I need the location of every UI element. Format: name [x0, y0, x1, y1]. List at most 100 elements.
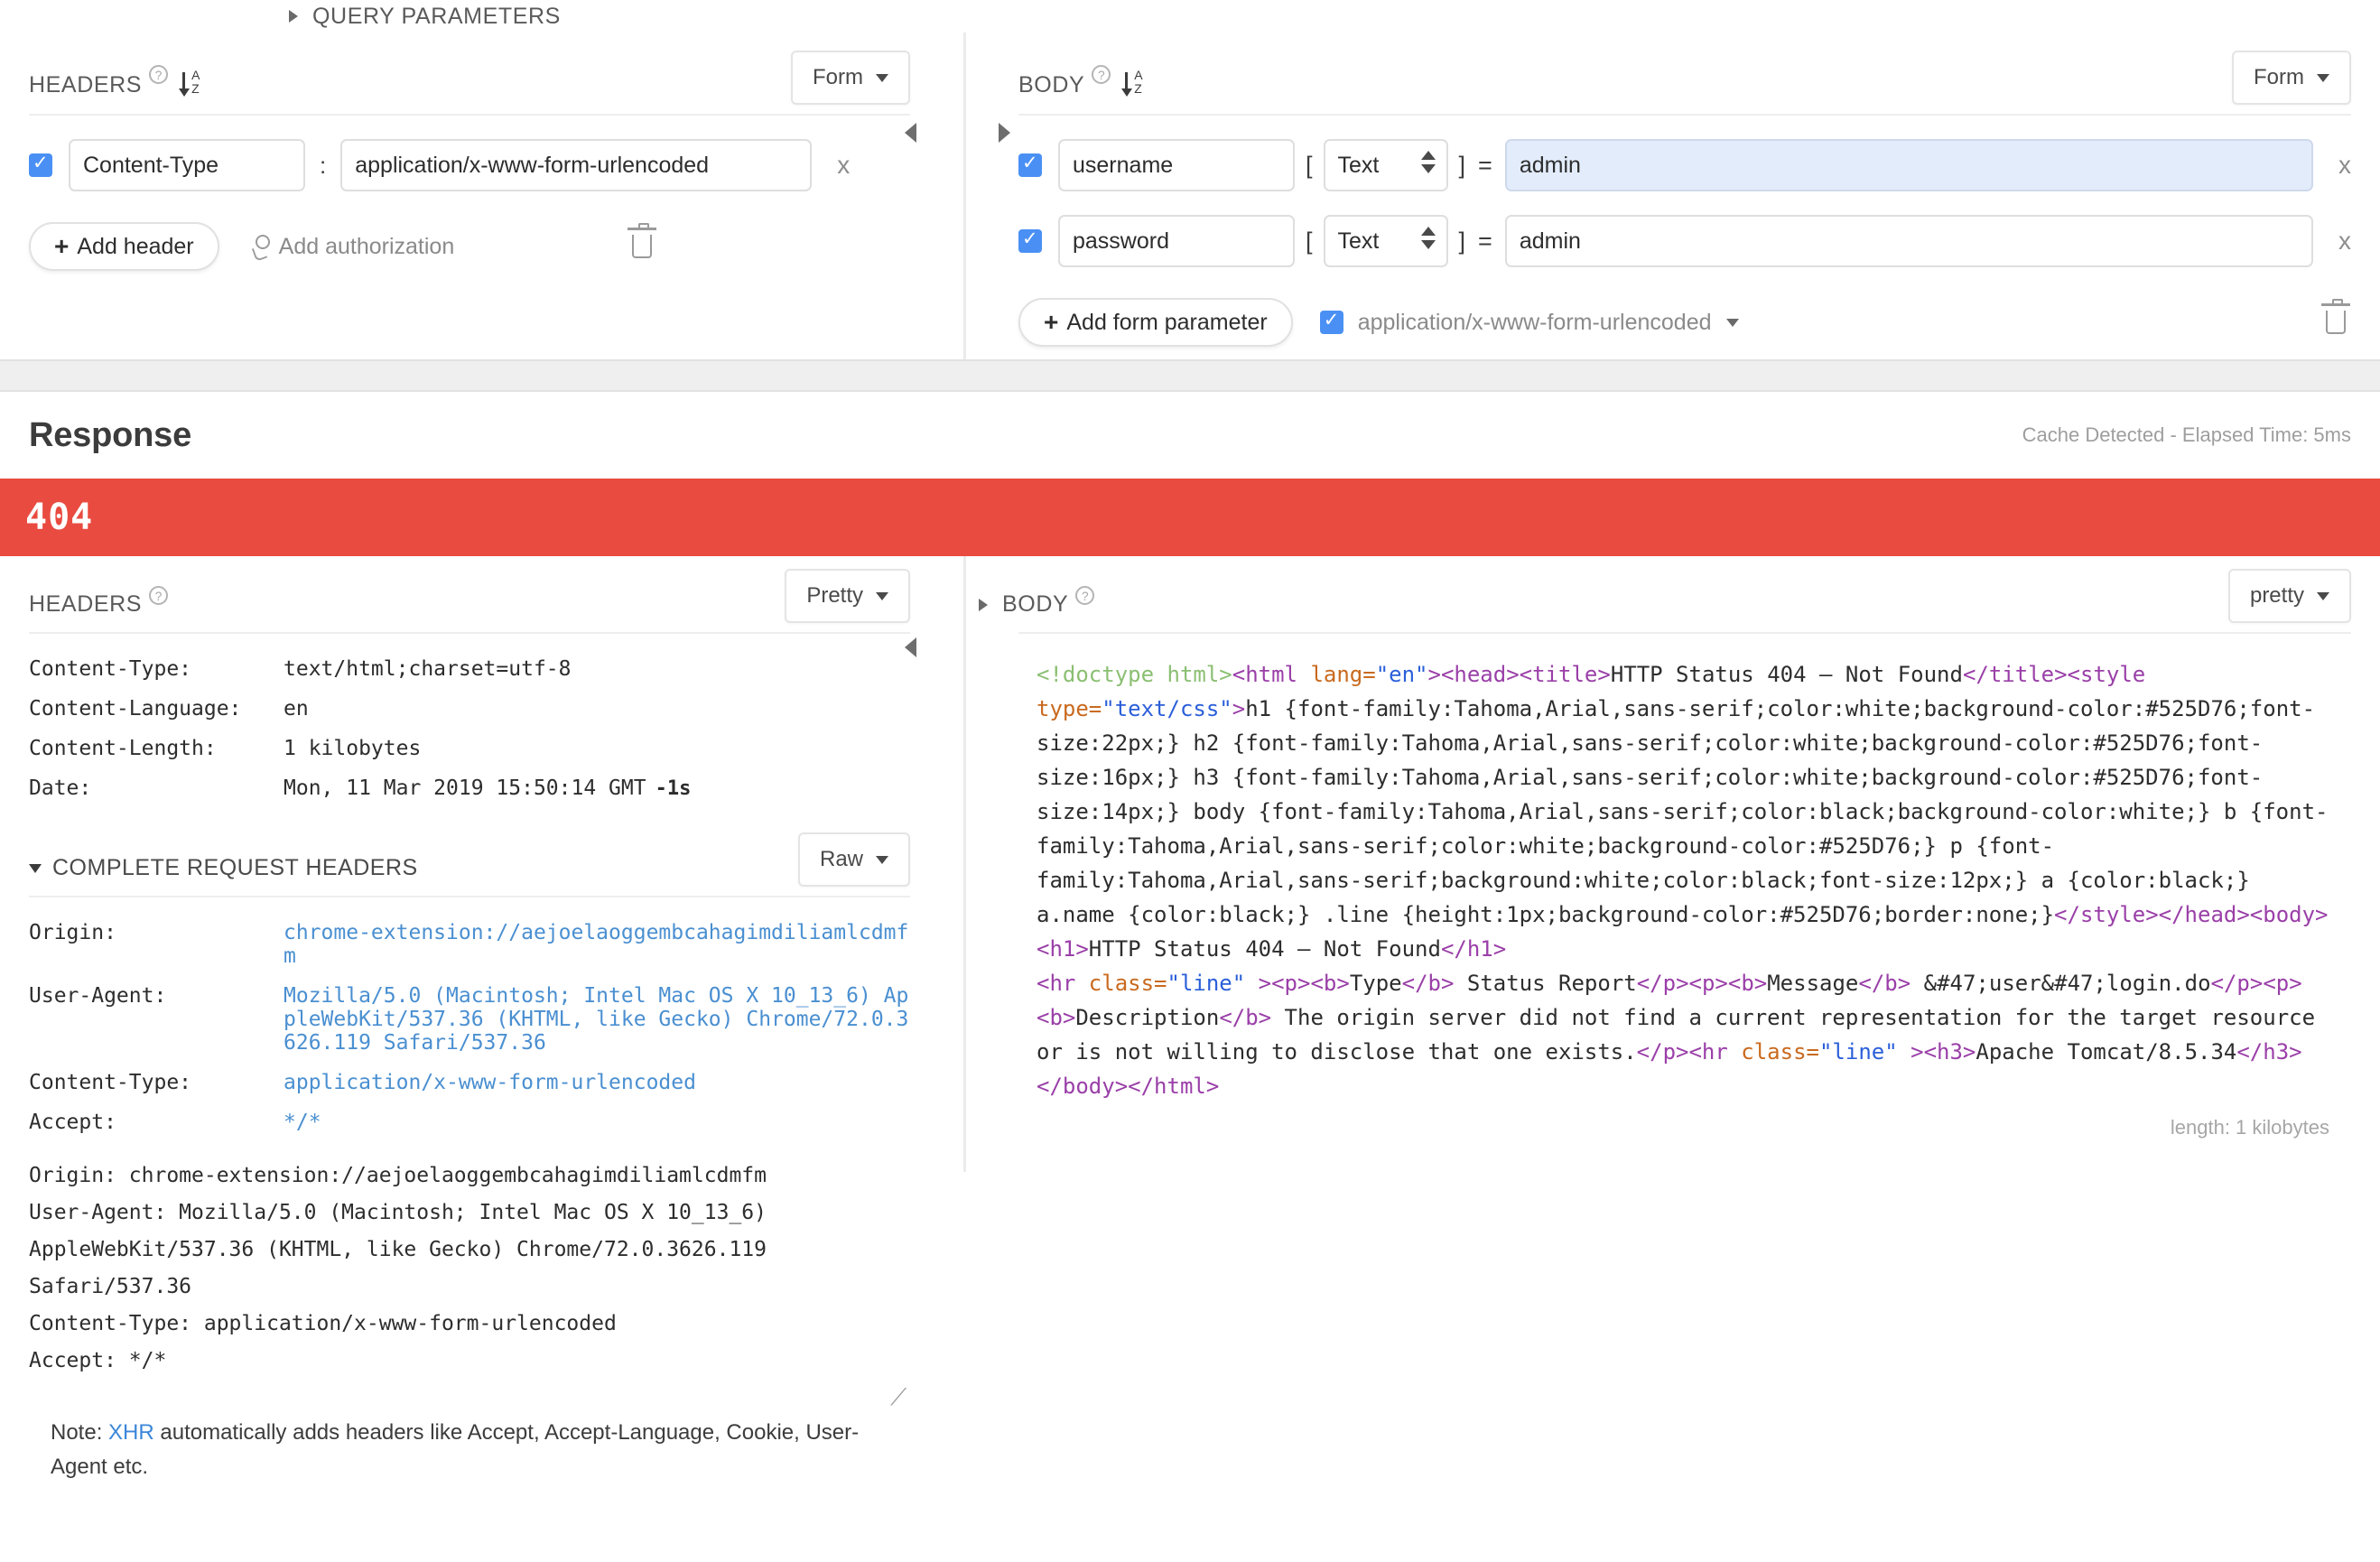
request-body-panel: BODY ? AZ Form [ Text: [990, 33, 2380, 359]
chevron-down-icon: [876, 855, 888, 864]
response-headers-header: HEADERS ? Pretty: [29, 556, 910, 634]
response-header-row: Content-Length: 1 kilobytes: [29, 737, 910, 760]
response-header-value: Mon, 11 Mar 2019 15:50:14 GMT -1s: [284, 776, 910, 800]
request-body-param-row: [ Text ] = x: [990, 215, 2380, 267]
request-body-param-enabled-checkbox[interactable]: [1018, 151, 1042, 177]
bracket-open: [: [1306, 227, 1313, 255]
response-body-length: length: 1 kilobytes: [2170, 1116, 2329, 1139]
help-icon[interactable]: ?: [149, 65, 169, 84]
response-header-row: Date: Mon, 11 Mar 2019 15:50:14 GMT -1s: [29, 776, 910, 800]
complete-request-header-row: Accept: */*: [29, 1111, 910, 1134]
request-body-param-value-input[interactable]: [1504, 139, 2313, 191]
response-header-row: Content-Language: en: [29, 697, 910, 721]
request-headers-actions: + Add header Add authorization: [0, 222, 939, 271]
complete-request-header-row: Content-Type: application/x-www-form-url…: [29, 1071, 910, 1094]
section-separator: [0, 359, 2380, 392]
add-header-label: Add header: [77, 233, 194, 259]
response-body-code[interactable]: <!doctype html><html lang="en"><head><ti…: [1037, 657, 2329, 1103]
query-parameters-label: QUERY PARAMETERS: [312, 3, 561, 29]
help-icon[interactable]: ?: [149, 586, 169, 605]
complete-request-header-row: Origin: chrome-extension://aejoelaoggemb…: [29, 921, 910, 968]
bracket-close: ]: [1458, 151, 1466, 179]
remove-header-button[interactable]: x: [837, 151, 850, 180]
response-headers-list: Content-Type: text/html;charset=utf-8 Co…: [0, 634, 939, 800]
resize-grip-icon[interactable]: ⟋: [890, 1385, 910, 1409]
response-body-panel: BODY ? pretty <!doctype html><html lang=…: [979, 556, 2380, 1484]
request-header-value-input[interactable]: [340, 139, 813, 191]
clear-body-trash-icon[interactable]: [2321, 299, 2350, 334]
response-panel-divider: [905, 556, 990, 1484]
remove-body-param-button[interactable]: x: [2338, 227, 2351, 256]
clear-headers-trash-icon[interactable]: [628, 223, 656, 258]
add-authorization-label: Add authorization: [278, 233, 455, 259]
add-header-button[interactable]: + Add header: [29, 222, 219, 271]
chevron-down-icon[interactable]: [29, 863, 42, 873]
complete-request-headers-title: COMPLETE REQUEST HEADERS: [52, 855, 418, 880]
add-authorization-button[interactable]: Add authorization: [252, 233, 455, 260]
complete-request-header-value[interactable]: Mozilla/5.0 (Macintosh; Intel Mac OS X 1…: [284, 984, 910, 1055]
collapse-left-arrow-icon[interactable]: [905, 123, 916, 143]
sort-alphabetical-icon[interactable]: AZ: [179, 69, 208, 99]
body-encoding-label: application/x-www-form-urlencoded: [1357, 309, 1712, 335]
xhr-link[interactable]: XHR: [108, 1420, 154, 1445]
help-icon[interactable]: ?: [1092, 65, 1111, 84]
response-panels: HEADERS ? Pretty Content-Type: text/html…: [0, 556, 2380, 1484]
request-body-param-value-input[interactable]: [1504, 215, 2313, 267]
response-header-name: Content-Language:: [29, 697, 242, 721]
response-title: Response: [29, 415, 192, 454]
chevron-right-icon: [289, 10, 298, 23]
chevron-down-icon[interactable]: [1725, 318, 1739, 327]
add-form-parameter-button[interactable]: + Add form parameter: [1018, 298, 1293, 347]
query-parameters-section-toggle[interactable]: QUERY PARAMETERS: [0, 0, 2380, 33]
xhr-note-suffix: automatically adds headers like Accept, …: [51, 1420, 860, 1479]
chevron-down-icon: [876, 591, 888, 600]
collapse-left-arrow-icon[interactable]: [905, 637, 916, 657]
request-header-enabled-checkbox[interactable]: [29, 151, 52, 177]
complete-request-headers-raw-text[interactable]: Origin: chrome-extension://aejoelaoggemb…: [29, 1158, 910, 1383]
response-headers-mode-label: Pretty: [806, 583, 863, 608]
request-body-param-name-input[interactable]: [1058, 139, 1295, 191]
response-date-age-badge: -1s: [655, 777, 692, 800]
request-headers-mode-button[interactable]: Form: [791, 51, 910, 105]
sort-alphabetical-icon[interactable]: AZ: [1121, 69, 1150, 99]
request-body-title: BODY: [1018, 71, 1085, 98]
chevron-right-icon[interactable]: [979, 598, 988, 611]
request-body-param-type-select[interactable]: Text: [1323, 215, 1448, 267]
request-headers-mode-label: Form: [813, 65, 863, 89]
complete-request-header-row: User-Agent: Mozilla/5.0 (Macintosh; Inte…: [29, 984, 910, 1055]
complete-request-headers-mode-button[interactable]: Raw: [797, 832, 910, 887]
complete-request-header-value[interactable]: */*: [284, 1111, 910, 1134]
complete-request-header-value[interactable]: chrome-extension://aejoelaoggembcahagimd…: [284, 921, 910, 968]
response-body-header: BODY ? pretty: [979, 556, 2351, 634]
request-headers-panel: HEADERS ? AZ Form : x: [0, 33, 939, 359]
equals-sign: =: [1478, 151, 1492, 179]
response-header-value: text/html;charset=utf-8: [284, 657, 572, 681]
request-body-param-name-input[interactable]: [1058, 215, 1295, 267]
request-body-param-type-select[interactable]: Text: [1323, 139, 1448, 191]
request-body-param-enabled-checkbox[interactable]: [1018, 227, 1042, 253]
response-headers-mode-button[interactable]: Pretty: [785, 569, 910, 623]
body-encoding-control: application/x-www-form-urlencoded: [1319, 308, 1739, 336]
request-body-actions: + Add form parameter application/x-www-f…: [990, 298, 2380, 347]
complete-request-header-value[interactable]: application/x-www-form-urlencoded: [284, 1071, 910, 1094]
complete-request-headers-list: Origin: chrome-extension://aejoelaoggemb…: [0, 897, 939, 1134]
request-body-header: BODY ? AZ Form: [1018, 33, 2351, 116]
complete-request-headers-header: COMPLETE REQUEST HEADERS Raw: [29, 831, 910, 897]
body-encoding-checkbox[interactable]: [1319, 308, 1343, 334]
vertical-divider: [963, 556, 966, 1172]
request-body-mode-button[interactable]: Form: [2232, 51, 2351, 105]
vertical-divider: [963, 33, 966, 359]
remove-body-param-button[interactable]: x: [2338, 151, 2351, 180]
xhr-note: Note: XHR automatically adds headers lik…: [51, 1416, 910, 1484]
request-header-name-input[interactable]: [69, 139, 305, 191]
status-bar: 404: [0, 479, 2380, 556]
response-header-bar: Response Cache Detected - Elapsed Time: …: [0, 392, 2380, 479]
colon-separator: :: [320, 151, 327, 179]
chevron-down-icon: [2317, 73, 2329, 82]
response-header-name: Content-Length:: [29, 737, 217, 760]
response-header-name: Content-Type:: [29, 657, 192, 681]
response-body-mode-button[interactable]: pretty: [2227, 569, 2351, 623]
response-body-title: BODY: [1002, 591, 1069, 617]
help-icon[interactable]: ?: [1075, 586, 1095, 605]
bracket-open: [: [1306, 151, 1313, 179]
